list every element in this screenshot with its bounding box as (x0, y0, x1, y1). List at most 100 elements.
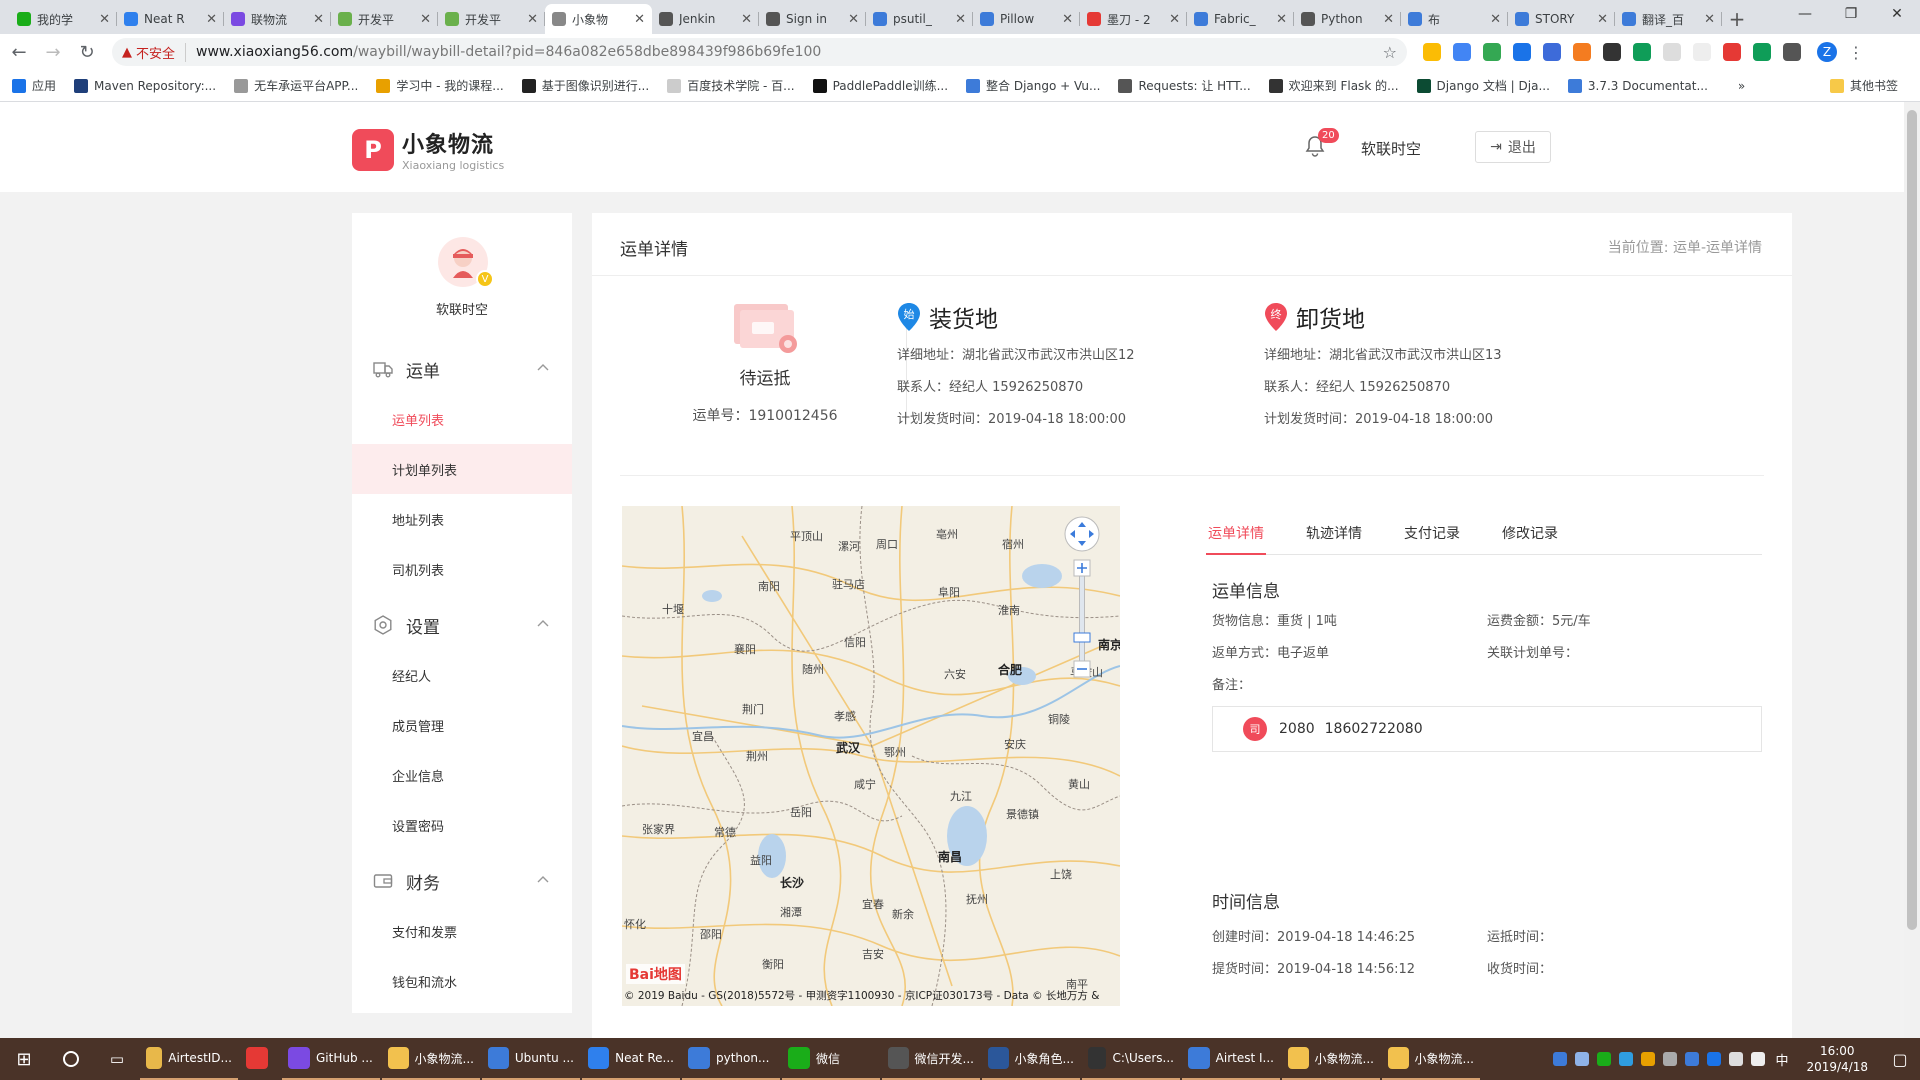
tab-close-icon[interactable]: ✕ (848, 12, 859, 27)
browser-tab[interactable]: Neat R ✕ (117, 4, 224, 34)
tab-close-icon[interactable]: ✕ (527, 12, 538, 27)
tab-close-icon[interactable]: ✕ (1383, 12, 1394, 27)
taskbar-app[interactable]: 小象物流... (1382, 1038, 1480, 1080)
taskbar-app[interactable]: Neat Re... (582, 1038, 680, 1080)
browser-tab[interactable]: Jenkin ✕ (652, 4, 759, 34)
ime-indicator[interactable]: 中 (1775, 1050, 1788, 1069)
taskbar-app[interactable]: C:\Users... (1082, 1038, 1180, 1080)
extension-icon[interactable] (1723, 43, 1741, 61)
font-icon[interactable] (1663, 43, 1681, 61)
tray-icon[interactable] (1575, 1052, 1590, 1066)
bookmark-item[interactable]: PaddlePaddle训练... (812, 77, 948, 94)
task-view-icon[interactable]: ▭ (94, 1038, 140, 1080)
reload-button[interactable]: ↻ (72, 37, 102, 67)
tray-icon[interactable] (1641, 1052, 1656, 1066)
shield-icon[interactable] (1483, 43, 1501, 61)
network-icon[interactable] (1729, 1052, 1744, 1066)
browser-tab[interactable]: 联物流 ✕ (224, 4, 331, 34)
forward-button[interactable]: → (38, 37, 68, 67)
tab-payment-records[interactable]: 支付记录 (1402, 519, 1462, 555)
extension-icon[interactable] (1543, 43, 1561, 61)
browser-tab[interactable]: Pillow ✕ (973, 4, 1080, 34)
bookmark-item[interactable]: 欢迎来到 Flask 的... (1268, 77, 1399, 94)
taskbar-app[interactable]: 微信 (782, 1038, 880, 1080)
tab-close-icon[interactable]: ✕ (955, 12, 966, 27)
tray-icon[interactable] (1619, 1052, 1634, 1066)
tab-close-icon[interactable]: ✕ (741, 12, 752, 27)
nav-item-waybill-list[interactable]: 运单列表 (352, 394, 572, 444)
profile-avatar[interactable]: Z (1817, 42, 1837, 62)
volume-icon[interactable] (1751, 1052, 1766, 1066)
tab-close-icon[interactable]: ✕ (313, 12, 324, 27)
browser-tab[interactable]: Fabric_ ✕ (1187, 4, 1294, 34)
taskbar-app[interactable]: python... (682, 1038, 780, 1080)
bookmark-item[interactable]: 整合 Django + Vu... (966, 77, 1100, 94)
extension-icon[interactable] (1783, 43, 1801, 61)
browser-tab[interactable]: STORY ✕ (1508, 4, 1615, 34)
tab-close-icon[interactable]: ✕ (1169, 12, 1180, 27)
tab-track-detail[interactable]: 轨迹详情 (1304, 519, 1364, 555)
tab-close-icon[interactable]: ✕ (1062, 12, 1073, 27)
bookmark-item[interactable]: 3.7.3 Documentat... (1567, 78, 1708, 93)
tab-close-icon[interactable]: ✕ (634, 12, 645, 27)
nav-item-members[interactable]: 成员管理 (352, 700, 572, 750)
taskbar-app[interactable]: 小象物流... (1282, 1038, 1380, 1080)
nav-item-password[interactable]: 设置密码 (352, 800, 572, 850)
nav-group-settings[interactable]: 设置 (352, 600, 572, 650)
tab-close-icon[interactable]: ✕ (206, 12, 217, 27)
taskbar-app[interactable]: 小象角色... (982, 1038, 1080, 1080)
bookmark-item[interactable]: 百度技术学院 - 百... (667, 77, 795, 94)
bookmark-item[interactable]: Maven Repository:... (74, 78, 216, 93)
tray-icon[interactable] (1553, 1052, 1568, 1066)
route-map[interactable]: 武汉 合肥 南昌 长沙 南京 平顶山 漯河 周口 亳州 宿州 南阳 驻马店 阜阳… (622, 506, 1120, 1006)
nav-item-plan-list[interactable]: 计划单列表 (352, 444, 572, 494)
nav-item-payment-invoice[interactable]: 支付和发票 (352, 906, 572, 956)
tab-close-icon[interactable]: ✕ (1704, 12, 1715, 27)
browser-tab[interactable]: 翻译_百 ✕ (1615, 4, 1722, 34)
browser-tab[interactable]: Python ✕ (1294, 4, 1401, 34)
site-logo[interactable]: P 小象物流 Xiaoxiang logistics (352, 127, 504, 172)
extension-icon[interactable] (1693, 43, 1711, 61)
shield-icon[interactable] (1685, 1052, 1700, 1066)
browser-tab[interactable]: psutil_ ✕ (866, 4, 973, 34)
nav-group-finance[interactable]: 财务 (352, 856, 572, 906)
taskbar-app[interactable]: Airtest I... (1182, 1038, 1280, 1080)
taskbar-app[interactable]: 小象物流... (382, 1038, 480, 1080)
nav-item-driver-list[interactable]: 司机列表 (352, 544, 572, 594)
taskbar-app[interactable]: Ubuntu ... (482, 1038, 580, 1080)
nav-item-company-info[interactable]: 企业信息 (352, 750, 572, 800)
bluetooth-icon[interactable] (1707, 1052, 1722, 1066)
back-button[interactable]: ← (4, 37, 34, 67)
tab-edit-records[interactable]: 修改记录 (1500, 519, 1560, 555)
nav-item-address-list[interactable]: 地址列表 (352, 494, 572, 544)
scrollbar-thumb[interactable] (1907, 110, 1917, 930)
taskbar-app[interactable] (240, 1038, 280, 1080)
tab-close-icon[interactable]: ✕ (99, 12, 110, 27)
refresh-icon[interactable] (1753, 43, 1771, 61)
extension-icon[interactable] (1603, 43, 1621, 61)
bookmarks-overflow-icon[interactable]: » (1738, 79, 1745, 93)
tray-icon[interactable] (1663, 1052, 1678, 1066)
extension-icon[interactable] (1633, 43, 1651, 61)
browser-tab[interactable]: 布 ✕ (1401, 4, 1508, 34)
bookmark-item[interactable]: 学习中 - 我的课程... (376, 77, 504, 94)
new-tab-button[interactable]: + (1722, 4, 1752, 34)
browser-tab[interactable]: 墨刀 - 2 ✕ (1080, 4, 1187, 34)
nav-item-broker[interactable]: 经纪人 (352, 650, 572, 700)
browser-tab[interactable]: 开发平 ✕ (438, 4, 545, 34)
bookmark-other[interactable]: 其他书签 (1829, 77, 1898, 94)
tab-waybill-detail[interactable]: 运单详情 (1206, 519, 1266, 555)
bookmark-item[interactable]: 无车承运平台APP... (234, 77, 358, 94)
windows-start-icon[interactable]: ⊞ (0, 1038, 48, 1080)
browser-tab[interactable]: 我的学 ✕ (10, 4, 117, 34)
tab-close-icon[interactable]: ✕ (1490, 12, 1501, 27)
taskbar-app[interactable]: GitHub ... (282, 1038, 380, 1080)
close-window-button[interactable]: ✕ (1874, 0, 1920, 28)
search-icon[interactable] (48, 1038, 94, 1080)
taskbar-app[interactable]: AirtestID... (140, 1038, 238, 1080)
tab-close-icon[interactable]: ✕ (420, 12, 431, 27)
extension-icon[interactable] (1423, 43, 1441, 61)
bookmark-item[interactable]: 应用 (12, 77, 56, 94)
minimize-button[interactable]: — (1782, 0, 1828, 28)
header-username[interactable]: 软联时空 (1361, 138, 1421, 159)
